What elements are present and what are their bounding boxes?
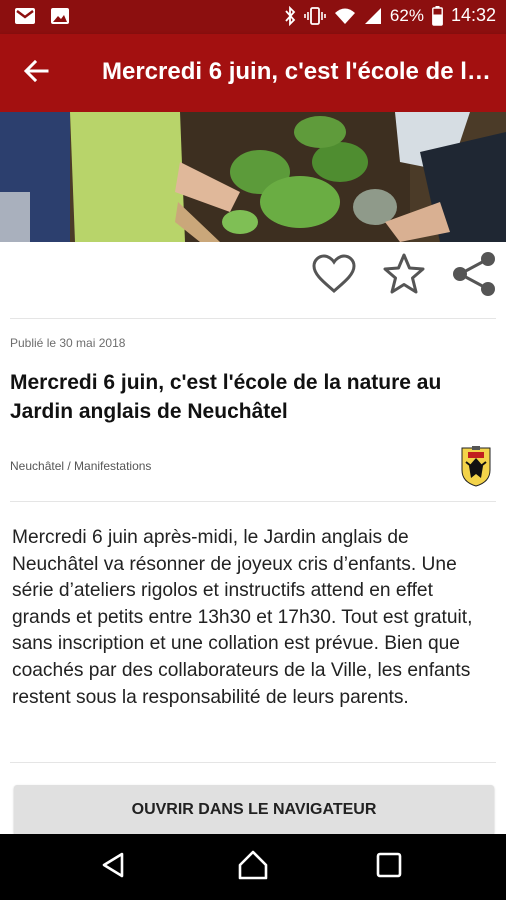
divider xyxy=(10,501,496,502)
signal-icon xyxy=(364,7,382,25)
published-date: Publié le 30 mai 2018 xyxy=(10,336,126,350)
clock-time: 14:32 xyxy=(450,5,496,25)
share-icon xyxy=(450,250,498,303)
divider xyxy=(10,762,496,763)
nav-back-button[interactable] xyxy=(97,851,129,883)
home-circle-icon xyxy=(238,850,268,885)
vibrate-icon xyxy=(304,6,326,26)
image-icon xyxy=(50,7,70,25)
nav-recents-button[interactable] xyxy=(373,851,405,883)
wifi-icon xyxy=(334,7,356,25)
hero-image xyxy=(0,112,506,242)
recents-square-icon xyxy=(376,852,402,883)
star-outline-icon xyxy=(381,252,427,301)
article-title: Mercredi 6 juin, c'est l'école de la nat… xyxy=(10,371,442,423)
bookmark-star-button[interactable] xyxy=(380,252,428,300)
back-button[interactable] xyxy=(18,55,54,91)
article-actions xyxy=(310,250,498,303)
nav-home-button[interactable] xyxy=(237,850,269,885)
favorite-button[interactable] xyxy=(310,252,358,300)
neuchatel-crest-logo xyxy=(458,444,494,488)
navigation-bar xyxy=(0,834,506,900)
app-bar-title: Mercredi 6 juin, c'est l'école de la nat… xyxy=(102,58,494,85)
open-in-browser-button[interactable]: OUVRIR DANS LE NAVIGATEUR xyxy=(14,785,494,835)
status-bar: 62% 14:32 xyxy=(0,0,506,34)
article-category[interactable]: Neuchâtel / Manifestations xyxy=(10,459,151,473)
article-body: Mercredi 6 juin après-midi, le Jardin an… xyxy=(12,527,473,708)
battery-percent: 62% xyxy=(389,5,424,25)
divider xyxy=(10,318,496,319)
back-triangle-icon xyxy=(100,851,126,884)
gmail-icon xyxy=(14,7,36,25)
app-bar: Mercredi 6 juin, c'est l'école de la nat… xyxy=(0,34,506,112)
bluetooth-icon xyxy=(284,5,296,26)
share-button[interactable] xyxy=(450,250,498,303)
arrow-back-icon xyxy=(23,58,49,89)
heart-outline-icon xyxy=(311,253,357,300)
battery-icon xyxy=(432,5,443,26)
